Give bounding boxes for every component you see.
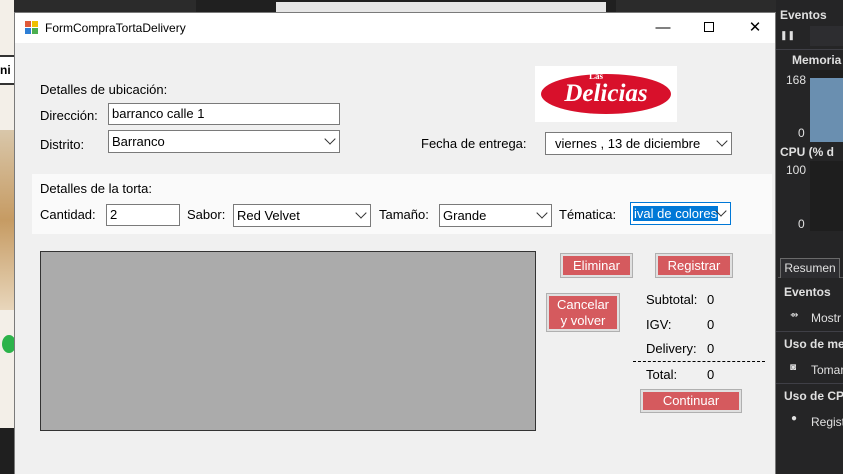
fecha-value: viernes , 13 de diciembre xyxy=(555,136,701,151)
cancelar-line1: Cancelar xyxy=(556,297,610,312)
minimize-button[interactable]: — xyxy=(640,13,686,43)
totals-divider xyxy=(633,361,765,362)
fecha-label: Fecha de entrega: xyxy=(421,136,527,151)
continuar-button[interactable]: Continuar xyxy=(640,389,742,413)
background-browser-tab xyxy=(276,2,606,12)
uso-cpu-header: Uso de CPU xyxy=(784,389,843,403)
total-label: Total: xyxy=(646,367,678,382)
app-icon xyxy=(25,21,39,34)
direccion-input[interactable]: barranco calle 1 xyxy=(108,103,340,125)
tamano-select[interactable]: Grande xyxy=(439,204,552,227)
eventos-header: Eventos xyxy=(780,8,827,22)
cpu-header: CPU (% d xyxy=(780,145,834,159)
uso-cpu-item[interactable]: Regist xyxy=(811,415,843,429)
tamano-value: Grande xyxy=(443,208,487,223)
subtotal-value: 0 xyxy=(707,292,715,307)
memoria-axis-min: 0 xyxy=(798,126,805,140)
eliminar-button[interactable]: Eliminar xyxy=(560,253,633,278)
pause-icon[interactable]: ❚❚ xyxy=(780,30,804,41)
tab-resumen[interactable]: Resumen xyxy=(780,258,840,278)
cpu-axis-min: 0 xyxy=(798,217,805,231)
form-window: FormCompraTortaDelivery — ✕ Detalles de … xyxy=(14,12,776,474)
logo-main-text: Delicias xyxy=(564,80,648,107)
tematica-value: ival de colores xyxy=(633,206,719,221)
divider xyxy=(776,383,843,384)
divider xyxy=(776,331,843,332)
close-button[interactable]: ✕ xyxy=(732,13,778,43)
torta-section-label: Detalles de la torta: xyxy=(40,181,153,196)
distrito-label: Distrito: xyxy=(40,137,85,152)
uso-memoria-item[interactable]: Tomar xyxy=(811,363,843,377)
maximize-button[interactable] xyxy=(686,13,732,43)
ubicacion-section-label: Detalles de ubicación: xyxy=(40,82,168,97)
background-left-text: ni xyxy=(0,55,14,85)
memoria-header: Memoria xyxy=(792,53,842,67)
window-title: FormCompraTortaDelivery xyxy=(45,21,186,35)
registrar-button[interactable]: Registrar xyxy=(655,253,733,278)
sabor-value: Red Velvet xyxy=(237,208,300,223)
delivery-value: 0 xyxy=(707,341,715,356)
divider xyxy=(776,49,843,50)
cpu-graph xyxy=(810,161,843,231)
background-browser-tabbar xyxy=(196,0,616,12)
memoria-axis-max: 168 xyxy=(786,73,807,87)
events-timeline xyxy=(810,26,843,46)
diagnostic-tabs: Resumen xyxy=(778,258,843,278)
background-taskbar xyxy=(0,428,14,474)
subtotal-label: Subtotal: xyxy=(646,292,698,307)
direccion-label: Dirección: xyxy=(40,108,98,123)
total-value: 0 xyxy=(707,367,715,382)
cantidad-label: Cantidad: xyxy=(40,207,96,222)
uso-memoria-header: Uso de mer xyxy=(784,337,843,351)
eventos-section-header: Eventos xyxy=(784,285,831,299)
fecha-datepicker[interactable]: viernes , 13 de diciembre xyxy=(545,132,732,155)
tamano-label: Tamaño: xyxy=(379,207,429,222)
chevron-down-icon xyxy=(716,135,728,147)
chevron-down-icon xyxy=(324,133,336,145)
maximize-icon xyxy=(704,21,714,32)
igv-label: IGV: xyxy=(646,317,672,332)
cancelar-line2: y volver xyxy=(560,313,606,328)
cancelar-volver-button[interactable]: Cancelar y volver xyxy=(546,293,620,332)
sabor-label: Sabor: xyxy=(187,207,226,222)
tematica-label: Tématica: xyxy=(559,207,617,222)
cpu-axis-max: 100 xyxy=(786,163,807,177)
tematica-select[interactable]: ival de colores xyxy=(630,202,731,225)
diagnostic-tools-panel: Eventos ❚❚ Memoria 168 0 CPU (% d 100 0 … xyxy=(776,0,843,474)
distrito-value: Barranco xyxy=(112,134,165,149)
chevron-down-icon xyxy=(536,207,548,219)
background-image xyxy=(0,130,14,310)
title-bar: FormCompraTortaDelivery — ✕ xyxy=(15,13,775,43)
distrito-select[interactable]: Barranco xyxy=(108,130,340,153)
cantidad-input[interactable]: 2 xyxy=(106,204,180,226)
chevron-down-icon xyxy=(355,207,367,219)
delivery-label: Delivery: xyxy=(646,341,697,356)
eventos-item[interactable]: Mostr xyxy=(811,311,843,325)
torta-panel: Detalles de la torta: Cantidad: 2 Sabor:… xyxy=(32,174,772,234)
sabor-select[interactable]: Red Velvet xyxy=(233,204,371,227)
las-delicias-logo: Las Delicias xyxy=(535,66,677,122)
pedido-datagrid[interactable] xyxy=(40,251,536,431)
memoria-graph-fill xyxy=(810,78,843,142)
background-app-left: ni xyxy=(0,0,16,474)
igv-value: 0 xyxy=(707,317,715,332)
